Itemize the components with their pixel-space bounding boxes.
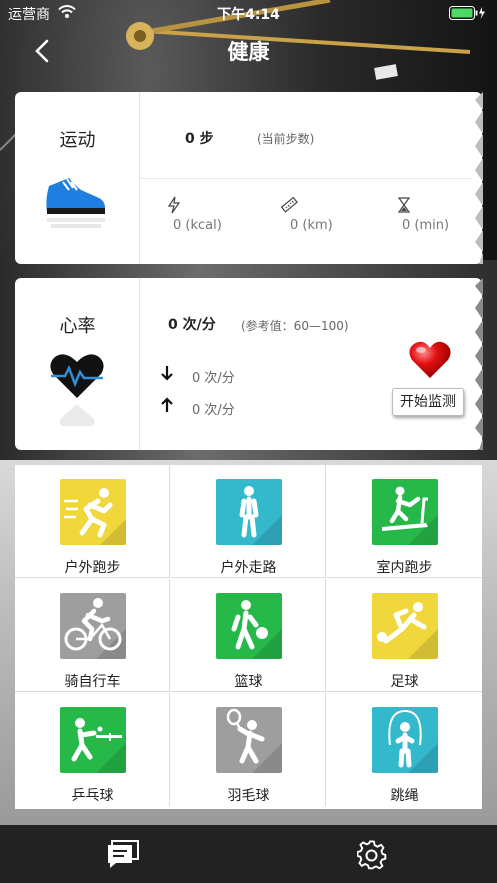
bottom-tab-bar [0, 825, 497, 883]
jump-rope-icon [372, 707, 438, 773]
walking-icon [216, 479, 282, 545]
table-tennis-icon [60, 707, 126, 773]
heart-rate-low-value: 0 次/分 [192, 371, 235, 386]
sport-card-right: 0 步 (当前步数) 0 (kcal) 0 (km) 0 (min) [140, 92, 483, 264]
status-bar: 运营商 下午4:14 [0, 0, 497, 26]
steps-value: 0 步 [185, 131, 214, 147]
settings-gear-icon [356, 840, 387, 870]
heart-pulse-icon [50, 354, 104, 426]
calories-value: 0 (kcal) [173, 218, 222, 233]
sport-label: 足球 [390, 674, 419, 690]
ruler-icon [280, 196, 298, 213]
distance-value: 0 (km) [290, 218, 333, 233]
sport-item-football[interactable]: 足球 [327, 579, 482, 692]
sports-grid: 户外跑步 户外走路 室内跑步 骑自行车 篮球 足球 乒乓球 羽毛球 跳绳 [15, 465, 482, 809]
sport-label: 骑自行车 [64, 674, 121, 690]
sport-label: 乒乓球 [71, 788, 114, 804]
duration-value: 0 (min) [402, 218, 450, 233]
hourglass-icon [397, 197, 411, 213]
sport-label: 羽毛球 [227, 788, 270, 804]
heart-rate-value: 0 次/分 [168, 317, 216, 333]
heart-rate-reference: (参考值：60—100) [241, 319, 349, 333]
heart-rate-high-value: 0 次/分 [192, 403, 235, 418]
lightning-icon [167, 196, 181, 214]
status-time: 下午4:14 [217, 7, 280, 23]
sport-label: 篮球 [234, 674, 263, 690]
sport-label: 户外走路 [220, 560, 277, 576]
heart-rate-high-row: 0 次/分 [160, 396, 280, 418]
sport-item-table-tennis[interactable]: 乒乓球 [15, 693, 170, 806]
chevron-left-icon [35, 39, 49, 63]
basketball-icon [216, 593, 282, 659]
heart-rate-card[interactable]: 心率 0 次/分 (参考值：60—100) 0 次/分 0 次/分 开始监测 [15, 278, 483, 450]
sport-card-title: 运动 [59, 130, 96, 151]
sport-item-cycling[interactable]: 骑自行车 [15, 579, 170, 692]
sport-item-basketball[interactable]: 篮球 [171, 579, 326, 692]
tab-messages[interactable] [106, 839, 140, 873]
football-icon [372, 593, 438, 659]
sport-card-left: 运动 [15, 92, 140, 264]
nav-bar: 健康 [0, 26, 497, 76]
steps-note: (当前步数) [257, 132, 315, 146]
sport-item-jump-rope[interactable]: 跳绳 [327, 693, 482, 806]
sport-item-outdoor-walking[interactable]: 户外走路 [171, 465, 326, 578]
running-icon [60, 479, 126, 545]
battery-icon [449, 6, 487, 24]
sport-item-outdoor-running[interactable]: 户外跑步 [15, 465, 170, 578]
sport-label: 户外跑步 [64, 560, 121, 576]
sport-label: 跳绳 [390, 788, 419, 804]
heart-card-right: 0 次/分 (参考值：60—100) 0 次/分 0 次/分 开始监测 [140, 278, 483, 450]
sneaker-icon [46, 178, 105, 228]
start-monitor-button[interactable]: 开始监测 [392, 388, 464, 416]
red-heart-icon [409, 341, 451, 378]
heart-rate-low-row: 0 次/分 [160, 364, 280, 386]
heart-card-title: 心率 [59, 316, 96, 337]
heart-card-left: 心率 [15, 278, 140, 450]
sport-item-indoor-running[interactable]: 室内跑步 [327, 465, 482, 578]
arrow-down-icon [161, 366, 173, 381]
cycling-icon [60, 593, 126, 659]
back-button[interactable] [28, 36, 58, 66]
message-icon [108, 840, 139, 868]
arrow-up-icon [161, 397, 173, 412]
divider [140, 178, 472, 179]
treadmill-icon [372, 479, 438, 545]
tab-settings[interactable] [356, 840, 387, 874]
sport-card[interactable]: 运动 0 步 (当前步数) 0 (kcal) 0 (km) 0 (min) [15, 92, 483, 264]
card-zigzag-edge [475, 92, 483, 264]
page-title: 健康 [227, 40, 270, 64]
card-zigzag-edge [475, 278, 483, 450]
badminton-icon [216, 707, 282, 773]
sport-label: 室内跑步 [376, 560, 433, 576]
sport-item-badminton[interactable]: 羽毛球 [171, 693, 326, 806]
